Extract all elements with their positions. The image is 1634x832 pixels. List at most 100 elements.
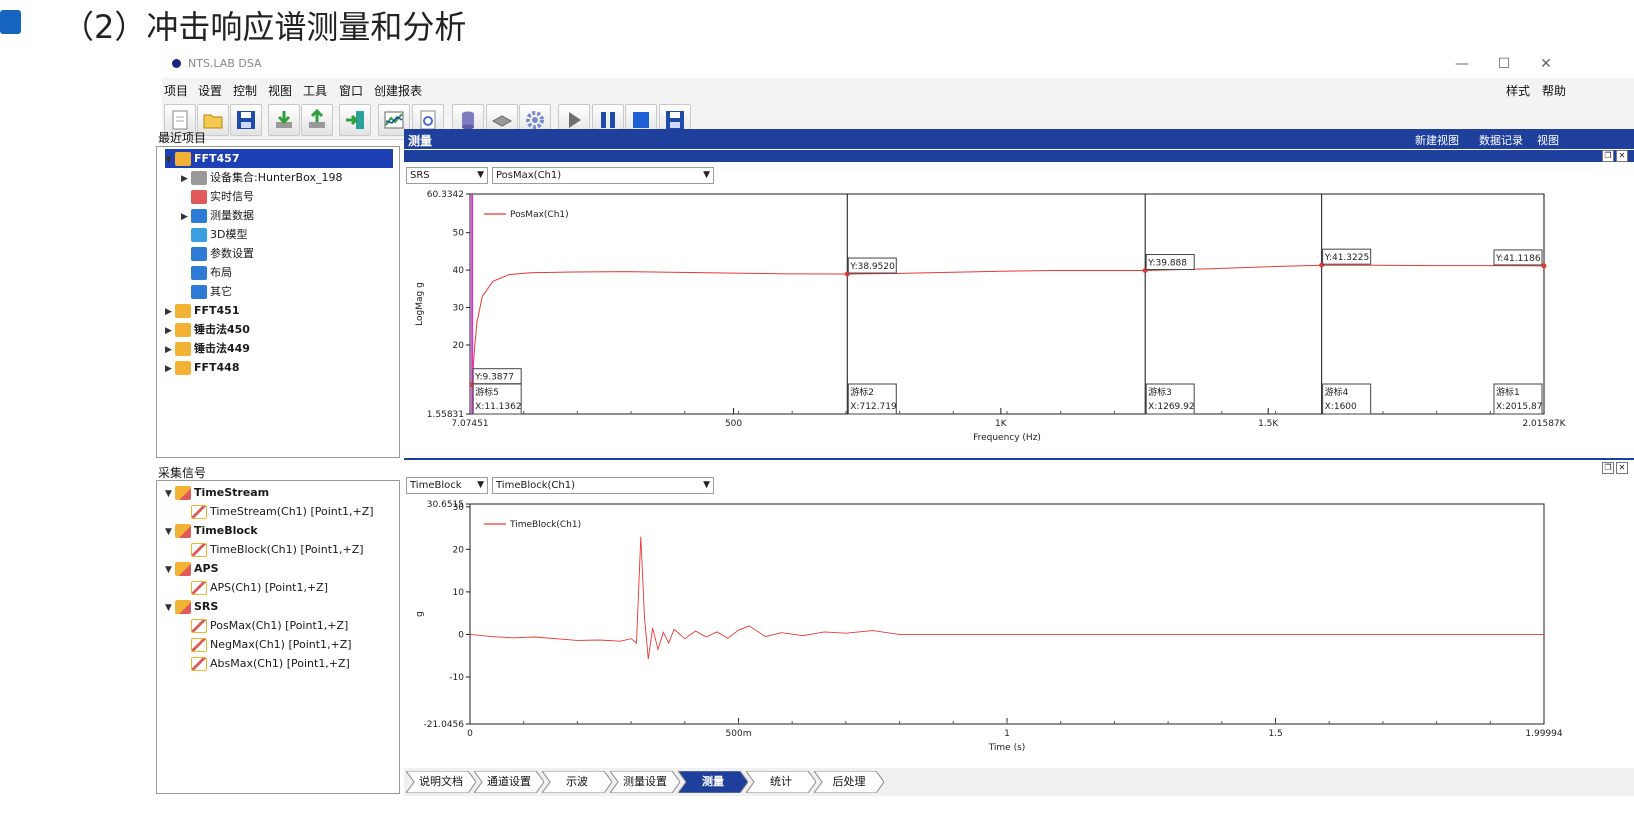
cursor-x-label: X:1600 — [1325, 402, 1357, 412]
signal-tree-item[interactable]: APS(Ch1) [Point1,+Z] — [181, 578, 328, 597]
signal-tree-item[interactable]: ▼ TimeBlock — [165, 521, 258, 540]
signal-tree-item[interactable]: ▼ APS — [165, 559, 219, 578]
signal-tree-item[interactable]: AbsMax(Ch1) [Point1,+Z] — [181, 654, 350, 673]
expander-icon[interactable]: ▼ — [165, 151, 175, 170]
workflow-tab[interactable]: 说明文档 — [406, 771, 476, 793]
recent-tree-item[interactable]: 参数设置 — [181, 244, 254, 263]
menu-settings[interactable]: 设置 — [198, 82, 222, 99]
menu-report[interactable]: 创建报表 — [374, 82, 422, 99]
device-icon — [191, 171, 207, 185]
close-button[interactable]: ✕ — [1526, 53, 1566, 75]
cursor-y-label: Y:9.3877 — [474, 373, 514, 383]
menu-tools[interactable]: 工具 — [303, 82, 327, 99]
workflow-tab[interactable]: 统计 — [746, 771, 816, 793]
y-tick-label: 20 — [453, 341, 465, 351]
menu-help[interactable]: 帮助 — [1542, 82, 1566, 99]
tree-item-label: 实时信号 — [210, 190, 254, 203]
workflow-tab[interactable]: 通道设置 — [474, 771, 544, 793]
workflow-tab[interactable]: 测量 — [678, 771, 748, 793]
signal-tree-item[interactable]: TimeBlock(Ch1) [Point1,+Z] — [181, 540, 364, 559]
signal-tree-item[interactable]: ▼ TimeStream — [165, 483, 269, 502]
pause-icon — [601, 112, 615, 128]
tree-item-label: 设备集合:HunterBox_198 — [210, 171, 343, 184]
y-tick-label: 10 — [453, 588, 465, 598]
x-tick-label: 1K — [995, 419, 1008, 429]
project-icon — [175, 361, 191, 375]
recent-tree-item[interactable]: ▶ FFT448 — [165, 358, 240, 377]
menu-view[interactable]: 视图 — [268, 82, 292, 99]
menu-style[interactable]: 样式 — [1506, 82, 1530, 99]
recent-tree-item[interactable]: 3D模型 — [181, 225, 247, 244]
timeblock-chart[interactable]: 30.65153020100-10-21.04560 500m 1 1.5 1.9999… — [404, 496, 1634, 766]
chart2-close-button[interactable]: ✕ — [1616, 462, 1628, 474]
maximize-button[interactable]: ☐ — [1484, 53, 1524, 75]
chart2-type-select[interactable]: TimeBlock — [406, 477, 488, 494]
y-tick-label: -10 — [449, 673, 464, 683]
recent-tree-item[interactable]: ▶ 设备集合:HunterBox_198 — [181, 168, 342, 187]
expander-icon[interactable]: ▶ — [165, 360, 175, 379]
project-icon — [175, 152, 191, 166]
recent-tree-item[interactable]: ▼ FFT457 — [165, 149, 393, 168]
signal-tree-item[interactable]: PosMax(Ch1) [Point1,+Z] — [181, 616, 348, 635]
expander-icon[interactable]: ▼ — [165, 561, 175, 580]
chart1-close-button[interactable]: ✕ — [1616, 150, 1628, 162]
menu-control[interactable]: 控制 — [233, 82, 257, 99]
new-view-button[interactable]: 新建视图 — [1415, 132, 1459, 148]
expander-icon[interactable]: ▼ — [165, 485, 175, 504]
chart2-float-button[interactable]: ❐ — [1602, 462, 1614, 474]
y-axis-label: g — [415, 611, 425, 617]
cursor-name-label: 游标3 — [1148, 386, 1172, 398]
recent-tree-item[interactable]: 其它 — [181, 282, 232, 301]
view-menu-button[interactable]: 视图 — [1537, 132, 1559, 148]
recent-tree-item[interactable]: 实时信号 — [181, 187, 254, 206]
import-button[interactable] — [268, 104, 300, 136]
recent-tree-item[interactable]: ▶ 测量数据 — [181, 206, 254, 225]
app-window: NTS.LAB DSA — ☐ ✕ 项目 设置 控制 视图 工具 窗口 创建报表… — [156, 50, 1634, 832]
recent-tree-item[interactable]: ▶ 锤击法450 — [165, 320, 250, 339]
expander-icon[interactable]: ▼ — [165, 599, 175, 618]
project-icon — [175, 323, 191, 337]
cursor-y-label: Y:41.3225 — [1324, 253, 1370, 263]
srs-chart[interactable]: 60.3342504030201.558317.07451 500 1K 1.5K 2.… — [404, 186, 1634, 458]
recent-tree-item[interactable]: ▶ 锤击法449 — [165, 339, 250, 358]
tree-item-label: FFT457 — [194, 152, 240, 165]
model-icon — [191, 228, 207, 242]
cursor-x-label: X:712.719 — [850, 402, 897, 412]
expander-icon[interactable]: ▼ — [165, 523, 175, 542]
device-icon — [491, 115, 513, 127]
chart2-signal-select[interactable]: TimeBlock(Ch1) — [492, 477, 714, 494]
legend-label: PosMax(Ch1) — [510, 210, 569, 220]
measure-header: 测量 新建视图 数据记录 视图 — [404, 129, 1634, 149]
menu-project[interactable]: 项目 — [164, 82, 188, 99]
signal-tree-item[interactable]: NegMax(Ch1) [Point1,+Z] — [181, 635, 352, 654]
tree-item-label: TimeBlock — [194, 524, 258, 537]
y-tick-label: -21.0456 — [424, 720, 465, 730]
workflow-tab[interactable]: 后处理 — [814, 771, 884, 793]
chart1-float-button[interactable]: ❐ — [1602, 150, 1614, 162]
export-button[interactable] — [301, 104, 333, 136]
recent-tree-item[interactable]: ▶ FFT451 — [165, 301, 240, 320]
y-tick-label: 30 — [453, 503, 465, 513]
tree-item-label: 锤击法449 — [194, 342, 250, 355]
data-record-button[interactable]: 数据记录 — [1479, 132, 1523, 148]
plot-area — [469, 503, 1545, 725]
tree-item-label: 3D模型 — [210, 228, 248, 241]
tree-item-label: 锤击法450 — [194, 323, 250, 336]
save-project-button[interactable] — [230, 104, 262, 136]
signal-tree-item[interactable]: ▼ SRS — [165, 597, 218, 616]
exit-button[interactable] — [339, 104, 371, 136]
y-tick-label: 60.3342 — [427, 190, 464, 200]
workflow-tab[interactable]: 示波 — [542, 771, 612, 793]
chart1-type-select[interactable]: SRS — [406, 167, 488, 184]
chart1-signal-select[interactable]: PosMax(Ch1) — [492, 167, 714, 184]
tree-item-label: SRS — [194, 600, 219, 613]
recent-tree-item[interactable]: 布局 — [181, 263, 232, 282]
workflow-tab[interactable]: 测量设置 — [610, 771, 680, 793]
chart-icon — [384, 111, 404, 129]
tree-item-label: NegMax(Ch1) [Point1,+Z] — [210, 638, 352, 651]
minimize-button[interactable]: — — [1442, 53, 1482, 75]
menu-window[interactable]: 窗口 — [339, 82, 363, 99]
signal-tree-item[interactable]: TimeStream(Ch1) [Point1,+Z] — [181, 502, 374, 521]
tree-item-label: TimeBlock(Ch1) [Point1,+Z] — [210, 543, 364, 556]
tree-item-label: APS(Ch1) [Point1,+Z] — [210, 581, 329, 594]
